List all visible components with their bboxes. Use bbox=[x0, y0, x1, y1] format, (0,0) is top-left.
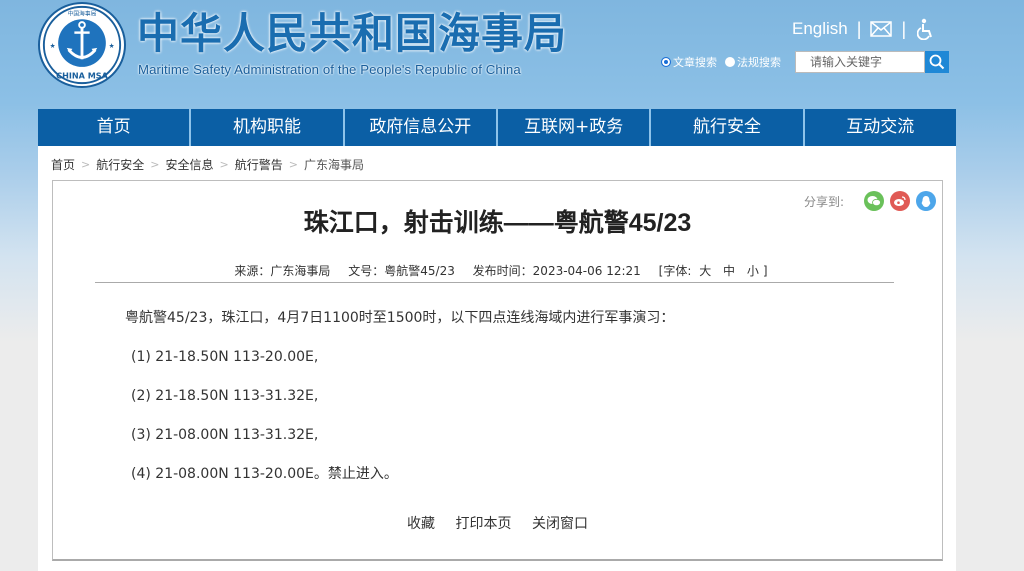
article-content: 粤航警45/23，珠江口，4月7日1100时至1500时，以下四点连线海域内进行… bbox=[125, 308, 885, 503]
font-size-label: [字体: bbox=[658, 264, 692, 278]
nav-item-interaction[interactable]: 互动交流 bbox=[805, 109, 956, 146]
msa-logo[interactable]: CHINA MSA ★ ★ 中国海事局 bbox=[38, 2, 126, 88]
svg-text:中国海事局: 中国海事局 bbox=[68, 9, 97, 17]
svg-text:CHINA MSA: CHINA MSA bbox=[56, 70, 108, 80]
nav-item-internet-gov[interactable]: 互联网+政务 bbox=[498, 109, 652, 146]
mail-icon[interactable] bbox=[870, 21, 893, 37]
radio-button[interactable] bbox=[725, 57, 735, 67]
breadcrumb-safety-info[interactable]: 安全信息 bbox=[165, 156, 213, 173]
meta-divider bbox=[95, 282, 894, 283]
breadcrumb-separator: > bbox=[288, 158, 298, 171]
favorite-button[interactable]: 收藏 bbox=[407, 516, 435, 532]
search-icon bbox=[929, 54, 945, 70]
breadcrumb-nav-warning[interactable]: 航行警告 bbox=[235, 156, 283, 173]
coordinate-point: (2) 21-18.50N 113-31.32E, bbox=[131, 388, 319, 404]
print-button[interactable]: 打印本页 bbox=[456, 516, 512, 532]
search-input[interactable]: 请输入关键字 bbox=[795, 51, 925, 73]
radio-regulation-search[interactable]: 法规搜索 bbox=[725, 54, 781, 70]
coordinate-point: (1) 21-18.50N 113-20.00E, bbox=[131, 349, 319, 365]
radio-label: 法规搜索 bbox=[737, 56, 781, 69]
nav-item-home[interactable]: 首页 bbox=[38, 109, 192, 146]
anchor-emblem-icon: CHINA MSA ★ ★ 中国海事局 bbox=[42, 5, 122, 85]
breadcrumb-separator: > bbox=[219, 158, 229, 171]
coordinate-point: (4) 21-08.00N 113-20.00E。禁止进入。 bbox=[131, 466, 398, 482]
breadcrumb-home[interactable]: 首页 bbox=[51, 156, 75, 173]
site-title: 中华人民共和国海事局 bbox=[137, 9, 568, 58]
main-panel: 首页 > 航行安全 > 安全信息 > 航行警告 > 广东海事局 分享到: 珠江口… bbox=[38, 146, 956, 571]
search-button[interactable] bbox=[925, 51, 949, 73]
article-doc-number: 文号：粤航警45/23 bbox=[348, 264, 455, 278]
radio-article-search[interactable]: 文章搜索 bbox=[661, 54, 717, 70]
coordinate-point: (3) 21-08.00N 113-31.32E, bbox=[131, 427, 319, 443]
article-actions: 收藏 打印本页 关闭窗口 bbox=[53, 513, 942, 533]
article-meta: 来源：广东海事局 文号：粤航警45/23 发布时间：2023-04-06 12:… bbox=[53, 262, 942, 279]
breadcrumb-separator: > bbox=[150, 158, 160, 171]
article-title: 珠江口，射击训练——粤航警45/23 bbox=[303, 209, 692, 237]
site-subtitle: Maritime Safety Administration of the Pe… bbox=[138, 62, 521, 77]
article-box: 分享到: 珠江口，射击训练——粤航警45/23 来源：广东海事局 文号：粤航警4… bbox=[52, 180, 943, 561]
main-nav: 首页 机构职能 政府信息公开 互联网+政务 航行安全 互动交流 bbox=[38, 109, 956, 146]
site-header: CHINA MSA ★ ★ 中国海事局 中华人民共和国海事局 Maritime … bbox=[0, 0, 1024, 108]
nav-item-functions[interactable]: 机构职能 bbox=[191, 109, 345, 146]
nav-item-gov-info[interactable]: 政府信息公开 bbox=[345, 109, 498, 146]
breadcrumb-nav-safety[interactable]: 航行安全 bbox=[96, 156, 144, 173]
close-window-button[interactable]: 关闭窗口 bbox=[532, 516, 588, 532]
nav-item-nav-safety[interactable]: 航行安全 bbox=[651, 109, 805, 146]
font-size-close: ] bbox=[762, 264, 768, 278]
breadcrumb-guangdong-msa[interactable]: 广东海事局 bbox=[304, 156, 364, 173]
article-intro: 粤航警45/23，珠江口，4月7日1100时至1500时，以下四点连线海域内进行… bbox=[125, 310, 675, 326]
radio-button-checked[interactable] bbox=[661, 57, 671, 67]
svg-text:★: ★ bbox=[50, 42, 56, 50]
accessibility-icon[interactable] bbox=[917, 18, 935, 40]
font-size-large-button[interactable]: 大 bbox=[699, 264, 711, 278]
article-source: 来源：广东海事局 bbox=[234, 264, 331, 278]
font-size-small-button[interactable]: 小 bbox=[747, 264, 759, 278]
english-link[interactable]: English bbox=[792, 19, 848, 39]
separator: | bbox=[901, 18, 907, 39]
search-area: 文章搜索 法规搜索 请输入关键字 bbox=[661, 51, 949, 73]
radio-label: 文章搜索 bbox=[673, 56, 717, 69]
top-links: English | | bbox=[792, 18, 935, 40]
svg-text:★: ★ bbox=[109, 42, 115, 50]
breadcrumb: 首页 > 航行安全 > 安全信息 > 航行警告 > 广东海事局 bbox=[51, 156, 364, 173]
font-size-medium-button[interactable]: 中 bbox=[723, 264, 735, 278]
article-publish-time: 发布时间：2023-04-06 12:21 bbox=[472, 264, 641, 278]
separator: | bbox=[856, 18, 862, 39]
breadcrumb-separator: > bbox=[81, 158, 91, 171]
